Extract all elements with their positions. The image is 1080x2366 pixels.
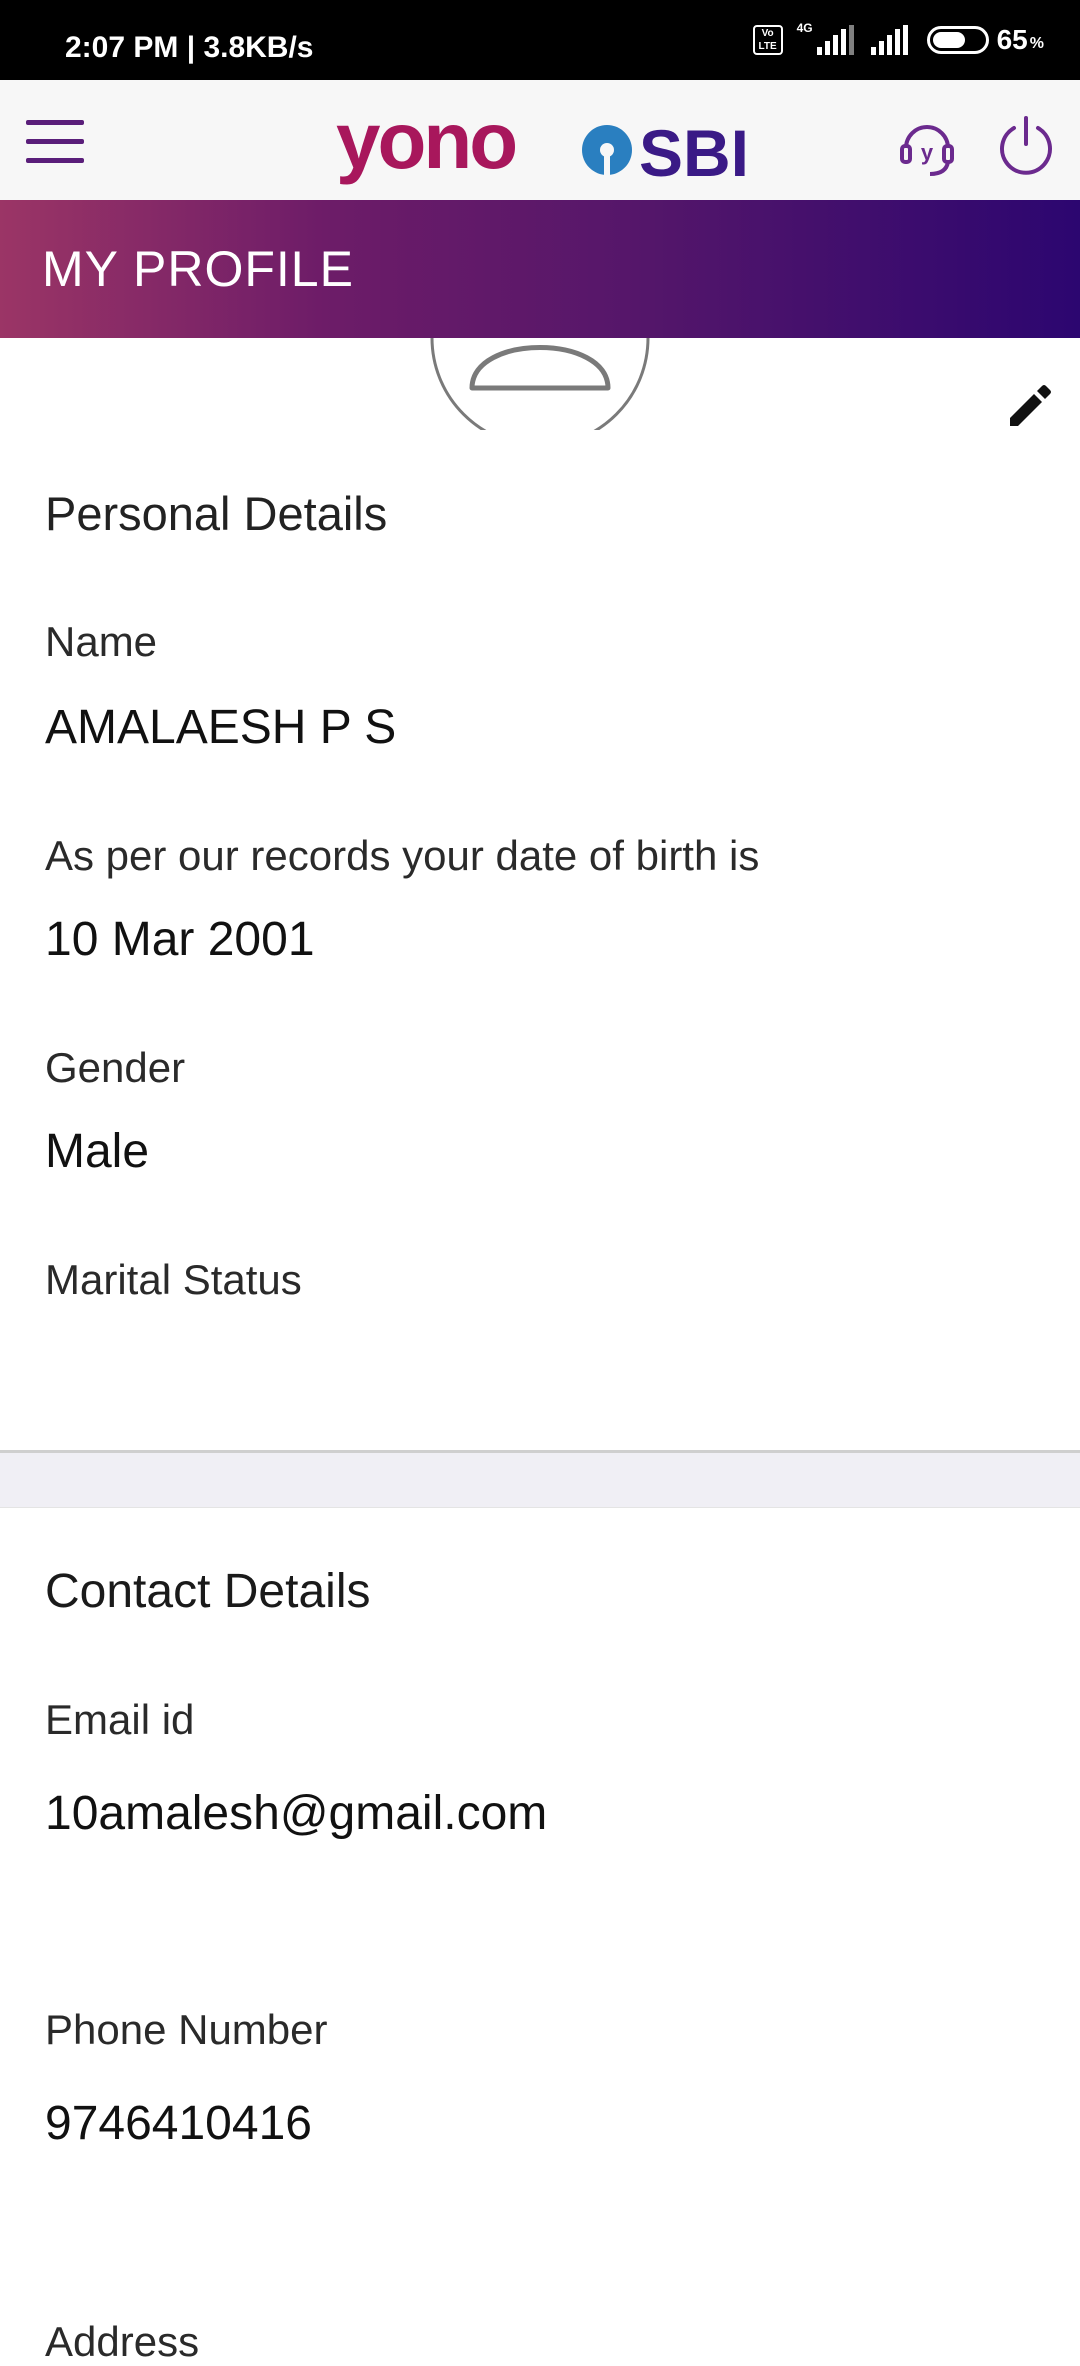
edit-pencil-icon[interactable] — [1006, 382, 1054, 430]
marital-status-label: Marital Status — [45, 1256, 302, 1303]
dob-label: As per our records your date of birth is — [45, 832, 760, 879]
hamburger-menu-icon[interactable] — [26, 120, 84, 164]
battery-percent-sign: % — [1029, 35, 1044, 52]
phone-number-label: Phone Number — [45, 2006, 328, 2053]
logo-yono-text: yono — [336, 100, 515, 185]
gender-value: Male — [45, 1125, 150, 1178]
address-label: Address — [45, 2318, 200, 2365]
power-logout-icon[interactable] — [996, 114, 1056, 176]
email-value: 10amalesh@gmail.com — [45, 1787, 548, 1840]
signal-icon — [816, 25, 854, 55]
signal-icon — [870, 25, 908, 55]
profile-banner: MY PROFILE — [0, 200, 1080, 338]
section-divider — [0, 1450, 1080, 1508]
phone-number-value: 9746410416 — [45, 2097, 312, 2150]
volte-icon: Vo LTE — [752, 25, 783, 55]
battery-indicator: 65 % — [926, 24, 1044, 56]
customer-support-icon[interactable]: y — [896, 116, 958, 178]
gender-label: Gender — [45, 1044, 186, 1091]
contact-details-heading: Contact Details — [45, 1565, 371, 1618]
avatar-icon[interactable] — [430, 338, 650, 430]
logo-sbi-text: SBI — [639, 116, 746, 190]
yono-sbi-logo: yono SBI — [336, 100, 746, 190]
status-icons: Vo LTE 4G 65 % — [752, 0, 1044, 80]
app-header: yono SBI y — [0, 80, 1080, 200]
name-label: Name — [45, 618, 158, 665]
battery-fill — [932, 32, 966, 48]
personal-details-heading: Personal Details — [45, 487, 388, 540]
email-label: Email id — [45, 1696, 195, 1743]
battery-icon — [926, 26, 989, 54]
dob-value: 10 Mar 2001 — [45, 913, 315, 966]
svg-text:y: y — [921, 140, 934, 165]
status-time-speed: 2:07 PM | 3.8KB/s — [65, 31, 314, 64]
network-type-label: 4G — [796, 21, 813, 35]
battery-percent: 65 — [996, 24, 1028, 55]
name-value: AMALAESH P S — [45, 701, 397, 754]
page-title: MY PROFILE — [42, 241, 354, 297]
status-bar: 2:07 PM | 3.8KB/s Vo LTE 4G 65 % — [0, 0, 1080, 80]
